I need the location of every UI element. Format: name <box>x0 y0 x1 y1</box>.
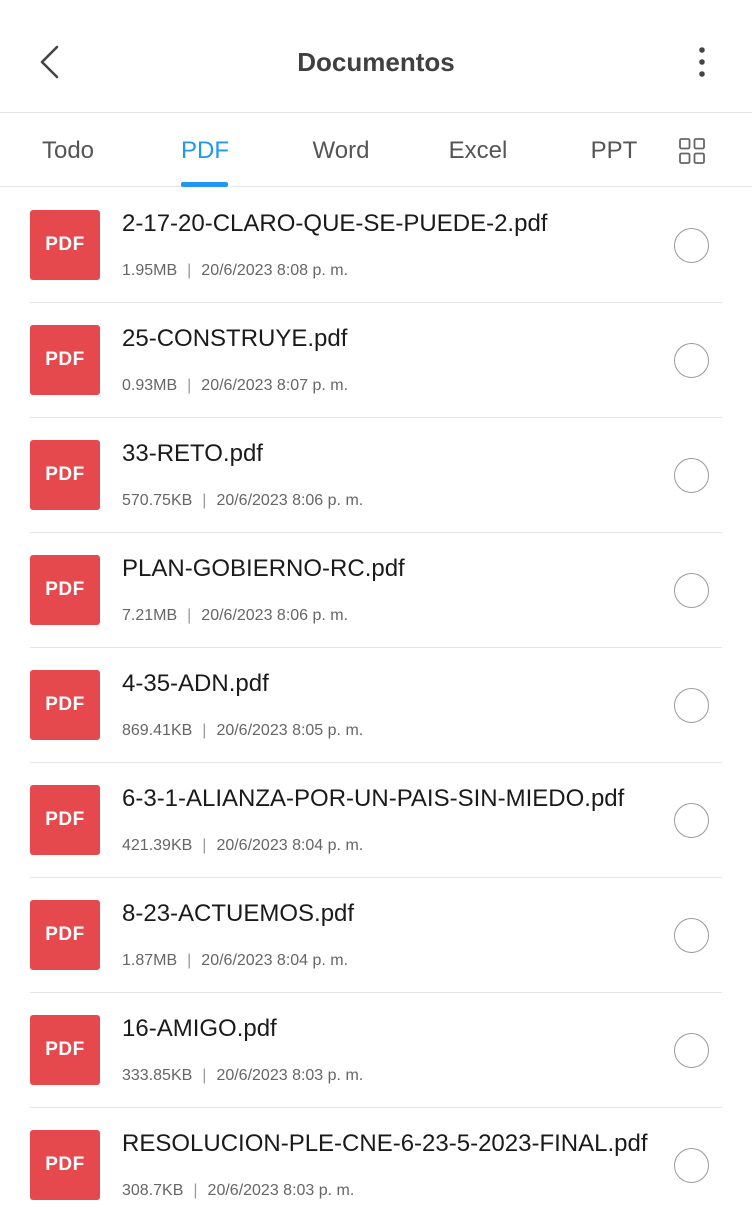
file-size: 1.87MB <box>122 952 178 969</box>
file-name: 2-17-20-CLARO-QUE-SE-PUEDE-2.pdf <box>122 210 548 237</box>
meta-separator: | <box>202 722 207 739</box>
file-row[interactable]: PDF 8-23-ACTUEMOS.pdf 1.87MB | 20/6/2023 8… <box>0 878 752 993</box>
file-size: 333.85KB <box>122 1067 193 1084</box>
file-size: 0.93MB <box>122 377 178 394</box>
file-date: 20/6/2023 8:04 p. m. <box>201 952 349 969</box>
file-date: 20/6/2023 8:03 p. m. <box>216 1067 364 1084</box>
file-name: 33-RETO.pdf <box>122 440 263 467</box>
file-name: 6-3-1-ALIANZA-POR-UN-PAIS-SIN-MIEDO.pdf <box>122 785 625 812</box>
file-name: 4-35-ADN.pdf <box>122 670 269 697</box>
select-checkbox[interactable] <box>674 228 709 263</box>
file-meta: 308.7KB | 20/6/2023 8:03 p. m. <box>122 1182 354 1200</box>
select-checkbox[interactable] <box>674 688 709 723</box>
select-checkbox[interactable] <box>674 458 709 493</box>
file-meta: 333.85KB | 20/6/2023 8:03 p. m. <box>122 1067 363 1085</box>
app-header: Documentos <box>0 0 752 113</box>
select-checkbox[interactable] <box>674 1148 709 1183</box>
file-meta: 570.75KB | 20/6/2023 8:06 p. m. <box>122 492 363 510</box>
pdf-file-icon: PDF <box>30 785 100 855</box>
file-row[interactable]: PDF 33-RETO.pdf 570.75KB | 20/6/2023 8:06 … <box>0 418 752 533</box>
file-type-tabs: Todo PDF Word Excel PPT <box>0 113 752 187</box>
grid-view-icon <box>679 138 705 164</box>
file-size: 7.21MB <box>122 607 178 624</box>
file-row[interactable]: PDF 2-17-20-CLARO-QUE-SE-PUEDE-2.pdf 1.9… <box>0 188 752 303</box>
select-checkbox[interactable] <box>674 343 709 378</box>
file-size: 1.95MB <box>122 262 178 279</box>
more-vertical-icon <box>699 47 705 77</box>
file-list: PDF 2-17-20-CLARO-QUE-SE-PUEDE-2.pdf 1.9… <box>0 188 752 1223</box>
tab-word[interactable]: Word <box>300 113 382 187</box>
select-checkbox[interactable] <box>674 918 709 953</box>
pdf-file-icon: PDF <box>30 325 100 395</box>
chevron-left-icon <box>40 45 59 79</box>
file-meta: 1.87MB | 20/6/2023 8:04 p. m. <box>122 952 348 970</box>
pdf-file-icon: PDF <box>30 900 100 970</box>
more-options-button[interactable] <box>680 40 724 84</box>
page-title: Documentos <box>297 47 455 77</box>
file-size: 421.39KB <box>122 837 193 854</box>
meta-separator: | <box>193 1182 198 1199</box>
file-meta: 7.21MB | 20/6/2023 8:06 p. m. <box>122 607 348 625</box>
pdf-file-icon: PDF <box>30 210 100 280</box>
file-date: 20/6/2023 8:06 p. m. <box>216 492 364 509</box>
file-date: 20/6/2023 8:08 p. m. <box>201 262 349 279</box>
file-row[interactable]: PDF 6-3-1-ALIANZA-POR-UN-PAIS-SIN-MIEDO.… <box>0 763 752 878</box>
file-name: 25-CONSTRUYE.pdf <box>122 325 348 352</box>
select-checkbox[interactable] <box>674 1033 709 1068</box>
select-checkbox[interactable] <box>674 573 709 608</box>
file-date: 20/6/2023 8:07 p. m. <box>201 377 349 394</box>
file-name: 16-AMIGO.pdf <box>122 1015 277 1042</box>
active-tab-indicator <box>181 182 228 187</box>
file-row[interactable]: PDF PLAN-GOBIERNO-RC.pdf 7.21MB | 20/6/202… <box>0 533 752 648</box>
file-name: PLAN-GOBIERNO-RC.pdf <box>122 555 405 582</box>
tab-todo[interactable]: Todo <box>28 113 108 187</box>
meta-separator: | <box>187 607 192 624</box>
meta-separator: | <box>202 837 207 854</box>
tab-pdf-label: PDF <box>181 137 229 164</box>
pdf-file-icon: PDF <box>30 1130 100 1200</box>
select-checkbox[interactable] <box>674 803 709 838</box>
pdf-file-icon: PDF <box>30 440 100 510</box>
meta-separator: | <box>202 492 207 509</box>
file-row[interactable]: PDF 16-AMIGO.pdf 333.85KB | 20/6/2023 8:03… <box>0 993 752 1108</box>
pdf-file-icon: PDF <box>30 1015 100 1085</box>
pdf-file-icon: PDF <box>30 555 100 625</box>
pdf-file-icon: PDF <box>30 670 100 740</box>
file-size: 570.75KB <box>122 492 193 509</box>
file-date: 20/6/2023 8:03 p. m. <box>207 1182 355 1199</box>
file-name: 8-23-ACTUEMOS.pdf <box>122 900 355 927</box>
file-size: 869.41KB <box>122 722 193 739</box>
tab-excel[interactable]: Excel <box>436 113 520 187</box>
meta-separator: | <box>187 377 192 394</box>
grid-view-button[interactable] <box>676 135 708 167</box>
tab-ppt[interactable]: PPT <box>578 113 650 187</box>
file-meta: 869.41KB | 20/6/2023 8:05 p. m. <box>122 722 363 740</box>
file-name: RESOLUCION-PLE-CNE-6-23-5-2023-FINAL.pdf <box>122 1130 648 1157</box>
file-size: 308.7KB <box>122 1182 184 1199</box>
file-meta: 0.93MB | 20/6/2023 8:07 p. m. <box>122 377 348 395</box>
file-row[interactable]: PDF 4-35-ADN.pdf 869.41KB | 20/6/2023 8:05… <box>0 648 752 763</box>
file-row[interactable]: PDF RESOLUCION-PLE-CNE-6-23-5-2023-FINAL… <box>0 1108 752 1223</box>
meta-separator: | <box>187 262 192 279</box>
file-row[interactable]: PDF 25-CONSTRUYE.pdf 0.93MB | 20/6/2023 8:… <box>0 303 752 418</box>
file-date: 20/6/2023 8:04 p. m. <box>216 837 364 854</box>
file-date: 20/6/2023 8:06 p. m. <box>201 607 349 624</box>
meta-separator: | <box>202 1067 207 1084</box>
file-meta: 421.39KB | 20/6/2023 8:04 p. m. <box>122 837 363 855</box>
file-date: 20/6/2023 8:05 p. m. <box>216 722 364 739</box>
back-button[interactable] <box>24 36 76 88</box>
file-meta: 1.95MB | 20/6/2023 8:08 p. m. <box>122 262 348 280</box>
tab-pdf[interactable]: PDF <box>170 113 240 187</box>
meta-separator: | <box>187 952 192 969</box>
